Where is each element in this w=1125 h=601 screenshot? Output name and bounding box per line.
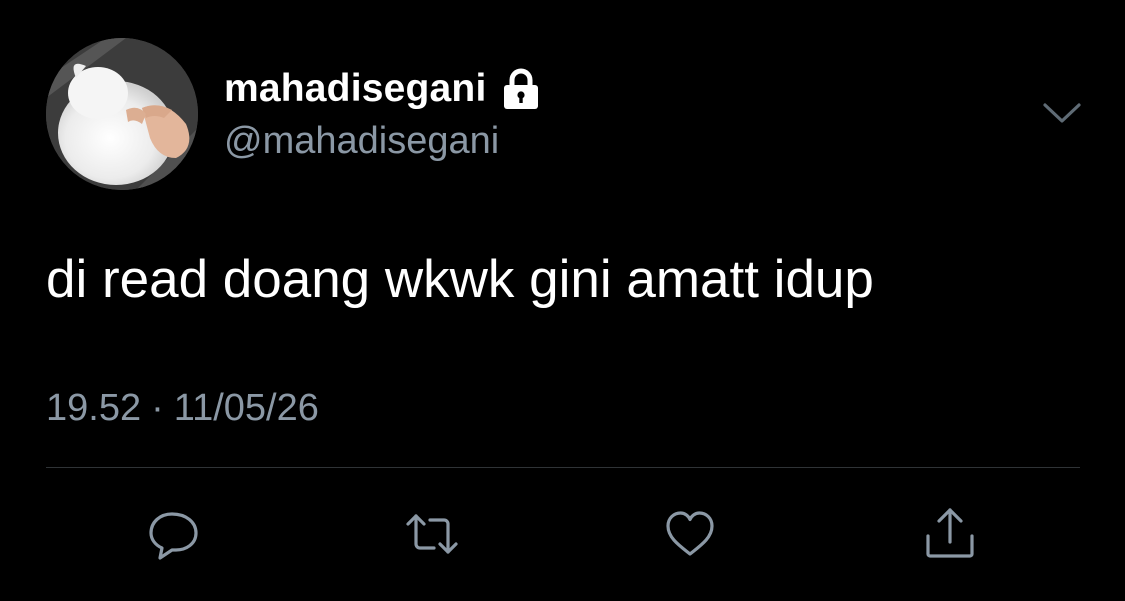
heart-icon <box>666 511 714 556</box>
tweet-timestamp[interactable]: 19.52 · 11/05/26 <box>46 385 319 431</box>
share-button[interactable] <box>920 506 980 562</box>
avatar[interactable] <box>46 38 198 190</box>
retweet-button[interactable] <box>402 506 462 562</box>
user-handle[interactable]: @mahadisegani <box>224 118 499 164</box>
retweet-arrows-icon <box>406 514 458 554</box>
tweet-date: 11/05/26 <box>173 387 319 429</box>
display-name[interactable]: mahadisegani <box>224 64 487 114</box>
tweet-time: 19.52 <box>46 387 142 429</box>
share-upload-icon <box>926 508 974 558</box>
tweet-card: mahadisegani @mahadisegani di read doang… <box>0 0 1125 601</box>
lock-icon <box>501 68 541 110</box>
meta-separator: · <box>151 387 164 429</box>
speech-bubble-icon <box>149 512 198 560</box>
reply-button[interactable] <box>144 506 204 562</box>
display-name-row: mahadisegani <box>224 64 541 114</box>
like-button[interactable] <box>660 506 720 562</box>
chevron-down-icon[interactable] <box>1040 96 1084 132</box>
avatar-image <box>46 38 198 190</box>
divider <box>46 467 1080 468</box>
tweet-text: di read doang wkwk gini amatt idup <box>46 250 874 309</box>
